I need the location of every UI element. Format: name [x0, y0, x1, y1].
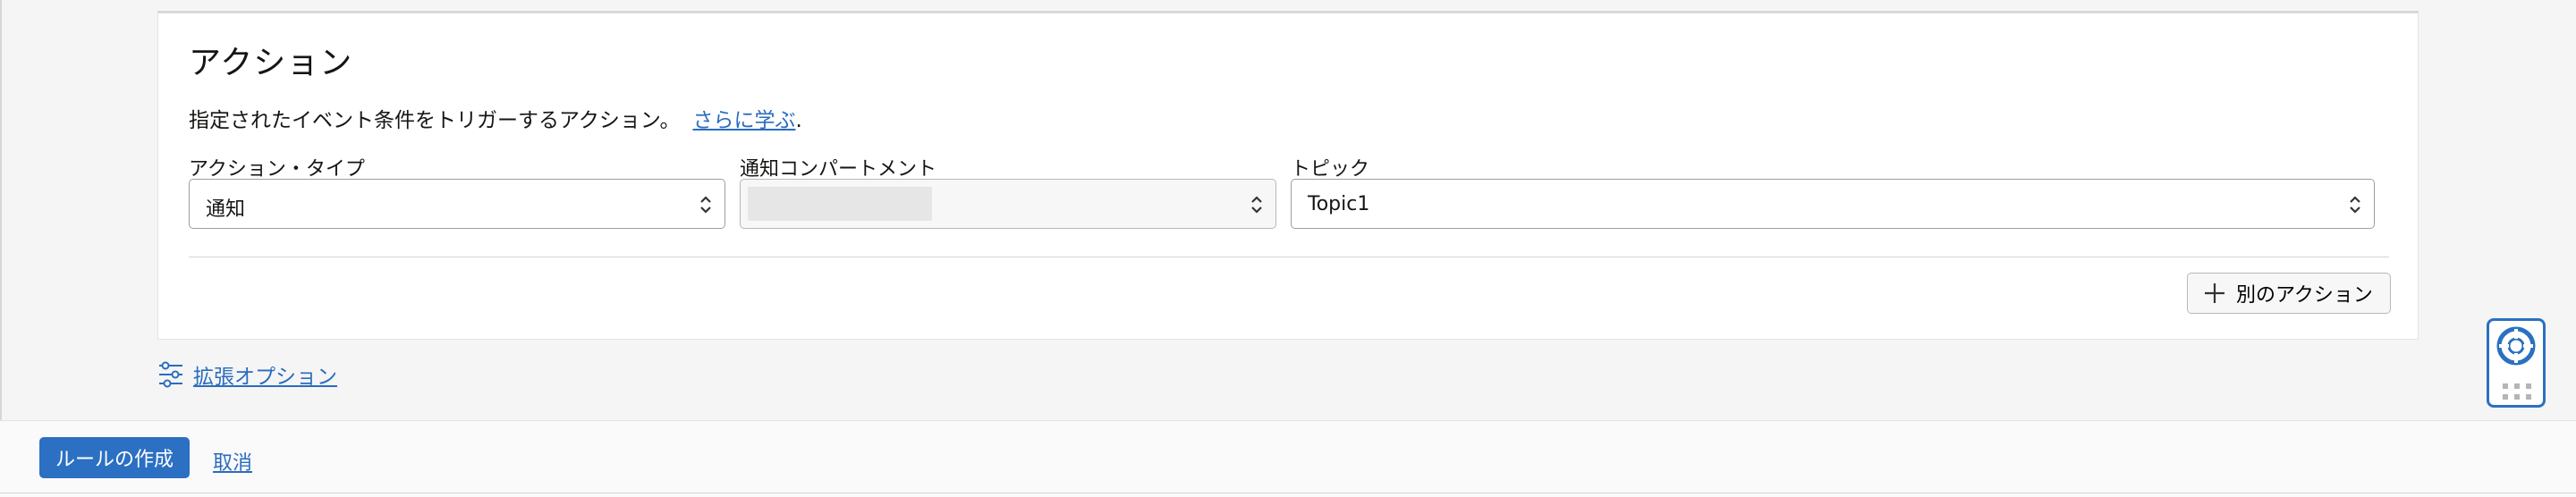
action-type-label: アクション・タイプ [189, 158, 365, 181]
advanced-options-link[interactable]: 拡張オプション [157, 359, 337, 390]
topic-label: トピック [1291, 158, 1370, 181]
help-widget[interactable] [2487, 318, 2546, 408]
cancel-link[interactable]: 取消 [213, 447, 252, 476]
advanced-options-label: 拡張オプション [193, 366, 337, 389]
panel-title: アクション [189, 45, 353, 81]
action-type-select[interactable]: 通知 [189, 179, 725, 229]
description-text: 指定されたイベント条件をトリガーするアクション。 [189, 109, 681, 132]
compartment-value [748, 187, 932, 221]
drag-grip-icon[interactable] [2502, 382, 2532, 401]
chevron-up-down-icon [2350, 196, 2360, 214]
description-period: . [795, 109, 802, 132]
action-type-value: 通知 [206, 198, 246, 221]
compartment-select[interactable] [740, 179, 1276, 229]
compartment-label: 通知コンパートメント [740, 158, 937, 181]
learn-more-link[interactable]: さらに学ぶ [692, 109, 795, 132]
panel-description: 指定されたイベント条件をトリガーするアクション。 さらに学ぶ. [189, 103, 802, 133]
chevron-up-down-icon [700, 196, 711, 214]
lifebuoy-icon [2496, 326, 2536, 366]
add-action-label: 別のアクション [2236, 283, 2373, 306]
sliders-icon [159, 361, 182, 388]
topic-select[interactable]: Topic1 [1291, 179, 2375, 229]
page: アクション 指定されたイベント条件をトリガーするアクション。 さらに学ぶ. アクシ… [0, 0, 2576, 497]
create-rule-button[interactable]: ルールの作成 [39, 437, 190, 478]
footer-bar: ルールの作成 取消 [0, 420, 2576, 497]
chevron-up-down-icon [1251, 196, 1262, 214]
left-border [0, 0, 2, 420]
plus-icon [2205, 283, 2224, 303]
add-action-button[interactable]: 別のアクション [2187, 273, 2391, 314]
topic-value: Topic1 [1308, 193, 1370, 215]
actions-panel: アクション 指定されたイベント条件をトリガーするアクション。 さらに学ぶ. アクシ… [157, 11, 2419, 340]
